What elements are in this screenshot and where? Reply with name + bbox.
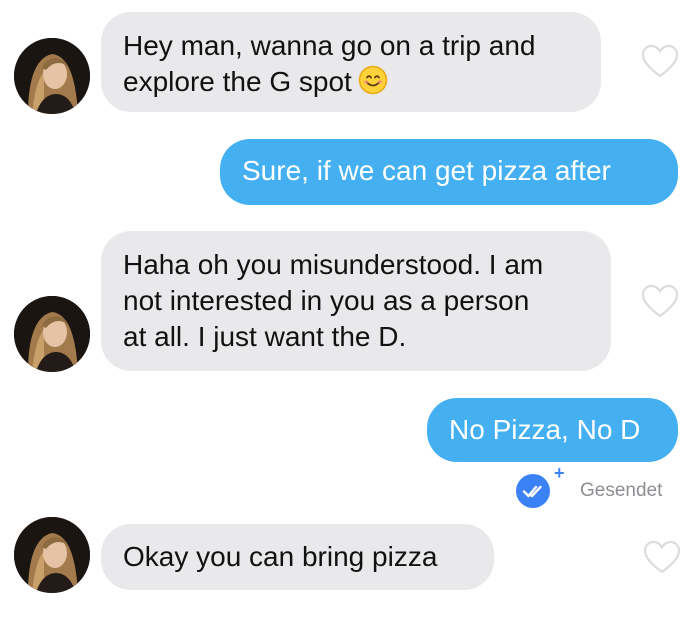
smiling-face-emoji-icon — [358, 65, 388, 104]
match-avatar[interactable] — [14, 38, 90, 114]
read-receipt: + Gesendet — [516, 464, 686, 508]
avatar-photo — [14, 517, 90, 593]
message-bubble-incoming[interactable]: Haha oh you misunderstood. I am not inte… — [101, 231, 611, 371]
match-avatar[interactable] — [14, 296, 90, 372]
receipt-status-text: Gesendet — [580, 480, 663, 501]
message-bubble-outgoing[interactable]: Sure, if we can get pizza after — [220, 139, 678, 205]
message-text-line: explore the G spot — [123, 64, 577, 104]
like-heart-icon[interactable] — [640, 283, 680, 319]
message-text-line: at all. I just want the D. — [123, 321, 407, 352]
like-heart-icon[interactable] — [640, 43, 680, 79]
avatar-photo — [14, 38, 90, 114]
message-text-line: No Pizza, No D — [449, 414, 641, 445]
message-text-line: Haha oh you misunderstood. I am — [123, 249, 544, 280]
like-heart-icon[interactable] — [642, 539, 682, 575]
double-check-icon — [516, 474, 550, 508]
message-bubble-outgoing[interactable]: No Pizza, No D — [427, 398, 678, 462]
message-text-line: not interested in you as a person — [123, 285, 530, 316]
match-avatar[interactable] — [14, 517, 90, 593]
avatar-photo — [14, 296, 90, 372]
super-like-plus-icon: + — [554, 463, 565, 483]
message-text-line: Okay you can bring pizza — [123, 541, 438, 572]
message-text-line: Sure, if we can get pizza after — [242, 155, 611, 186]
message-text-line: Hey man, wanna go on a trip and — [123, 30, 536, 61]
message-bubble-incoming[interactable]: Okay you can bring pizza — [101, 524, 494, 590]
message-bubble-incoming[interactable]: Hey man, wanna go on a trip and explore … — [101, 12, 601, 112]
